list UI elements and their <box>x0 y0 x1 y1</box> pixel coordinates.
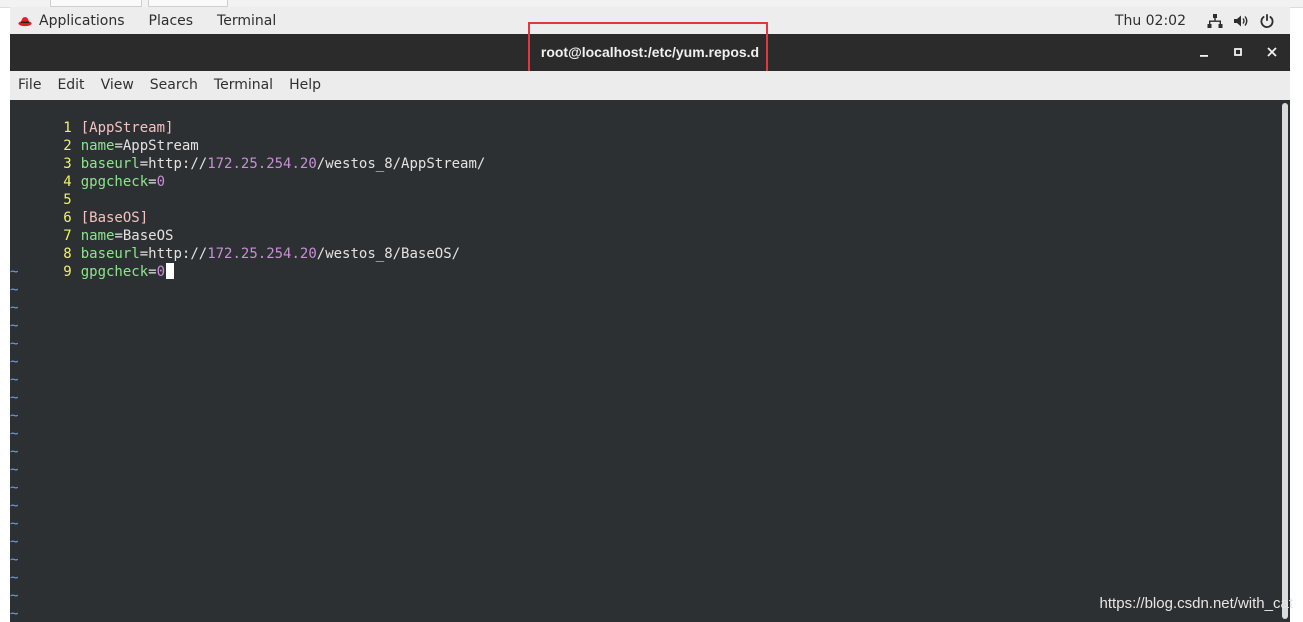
tilde-marker: ~ <box>10 606 19 622</box>
host-tab[interactable] <box>148 0 228 7</box>
watermark: https://blog.csdn.net/with_cat <box>1099 595 1293 612</box>
menu-terminal[interactable]: Terminal <box>206 71 281 100</box>
redhat-icon <box>18 16 32 26</box>
tilde-marker: ~ <box>10 462 19 478</box>
close-button[interactable] <box>1264 44 1280 60</box>
terminal-area[interactable]: 1 [AppStream] 2 name=AppStream 3 baseurl=ht… <box>10 100 1290 622</box>
minimize-icon <box>1200 55 1208 57</box>
tilde-marker: ~ <box>10 444 19 460</box>
editor-line: 3 baseurl=http://172.25.254.20/westos_8/A… <box>10 137 485 172</box>
tilde-marker: ~ <box>10 354 19 370</box>
menu-search[interactable]: Search <box>142 71 206 100</box>
equals-sign: = <box>148 174 157 190</box>
url-ip: 172.25.254.20 <box>207 246 317 262</box>
scrollbar[interactable] <box>1280 100 1290 622</box>
tilde-marker: ~ <box>10 408 19 424</box>
line-number: 9 <box>63 264 72 280</box>
editor-line: 2 name=AppStream <box>10 119 198 154</box>
tilde-marker: ~ <box>10 426 19 442</box>
config-value: 0 <box>156 264 166 280</box>
tilde-marker: ~ <box>10 318 19 334</box>
editor-line: 5 <box>10 173 81 208</box>
editor-line: 7 name=BaseOS <box>10 209 173 244</box>
tilde-marker: ~ <box>10 336 19 352</box>
config-key: gpgcheck <box>80 264 149 280</box>
tilde-marker: ~ <box>10 372 19 388</box>
applications-menu[interactable]: Applications <box>10 7 137 34</box>
power-icon <box>1260 13 1274 28</box>
tilde-marker: ~ <box>10 498 19 514</box>
terminal-app-label: Terminal <box>217 12 277 29</box>
scrollbar-thumb[interactable] <box>1282 103 1288 619</box>
clock[interactable]: Thu 02:02 <box>1115 13 1202 29</box>
url-path: /westos_8/BaseOS/ <box>316 246 461 262</box>
tilde-marker: ~ <box>10 516 19 532</box>
maximize-button[interactable] <box>1230 44 1246 60</box>
editor-line: 1 [AppStream] <box>10 101 173 136</box>
menu-view[interactable]: View <box>93 71 142 100</box>
host-tab[interactable] <box>50 0 142 7</box>
menu-file[interactable]: File <box>10 71 49 100</box>
tilde-marker: ~ <box>10 282 19 298</box>
equals-sign: = <box>148 264 157 280</box>
config-value: 0 <box>156 174 166 190</box>
config-key: gpgcheck <box>80 174 149 190</box>
applications-label: Applications <box>39 12 125 29</box>
window-title: root@localhost:/etc/yum.repos.d <box>540 44 760 60</box>
menu-edit[interactable]: Edit <box>49 71 92 100</box>
minimize-button[interactable] <box>1196 44 1212 60</box>
close-icon <box>1267 47 1277 57</box>
tilde-marker: ~ <box>10 390 19 406</box>
gnome-top-bar: Applications Places Terminal Thu 02:02 <box>10 7 1290 35</box>
places-menu[interactable]: Places <box>137 7 206 34</box>
volume-icon <box>1234 15 1248 26</box>
menu-help[interactable]: Help <box>281 71 329 100</box>
terminal-app-menu[interactable]: Terminal <box>205 7 288 34</box>
window-titlebar[interactable]: root@localhost:/etc/yum.repos.d <box>10 22 1290 80</box>
editor-line: 9 gpgcheck=0 <box>10 245 175 280</box>
places-label: Places <box>148 12 194 29</box>
text-cursor <box>166 263 175 279</box>
editor-line: 4 gpgcheck=0 <box>10 155 165 190</box>
tilde-marker: ~ <box>10 300 19 316</box>
tilde-marker: ~ <box>10 570 19 586</box>
terminal-menubar: File Edit View Search Terminal Help <box>10 71 1290 101</box>
tilde-marker: ~ <box>10 480 19 496</box>
tilde-marker: ~ <box>10 534 19 550</box>
url-ip: 172.25.254.20 <box>207 156 317 172</box>
maximize-icon <box>1234 48 1242 56</box>
tilde-marker: ~ <box>10 588 19 604</box>
url-path: /westos_8/AppStream/ <box>316 156 486 172</box>
tilde-marker: ~ <box>10 264 19 280</box>
editor-line: 6 [BaseOS] <box>10 191 148 226</box>
network-icon <box>1207 13 1223 28</box>
system-menu[interactable] <box>1202 13 1290 29</box>
editor-line: 8 baseurl=http://172.25.254.20/westos_8/B… <box>10 227 460 262</box>
tilde-marker: ~ <box>10 552 19 568</box>
